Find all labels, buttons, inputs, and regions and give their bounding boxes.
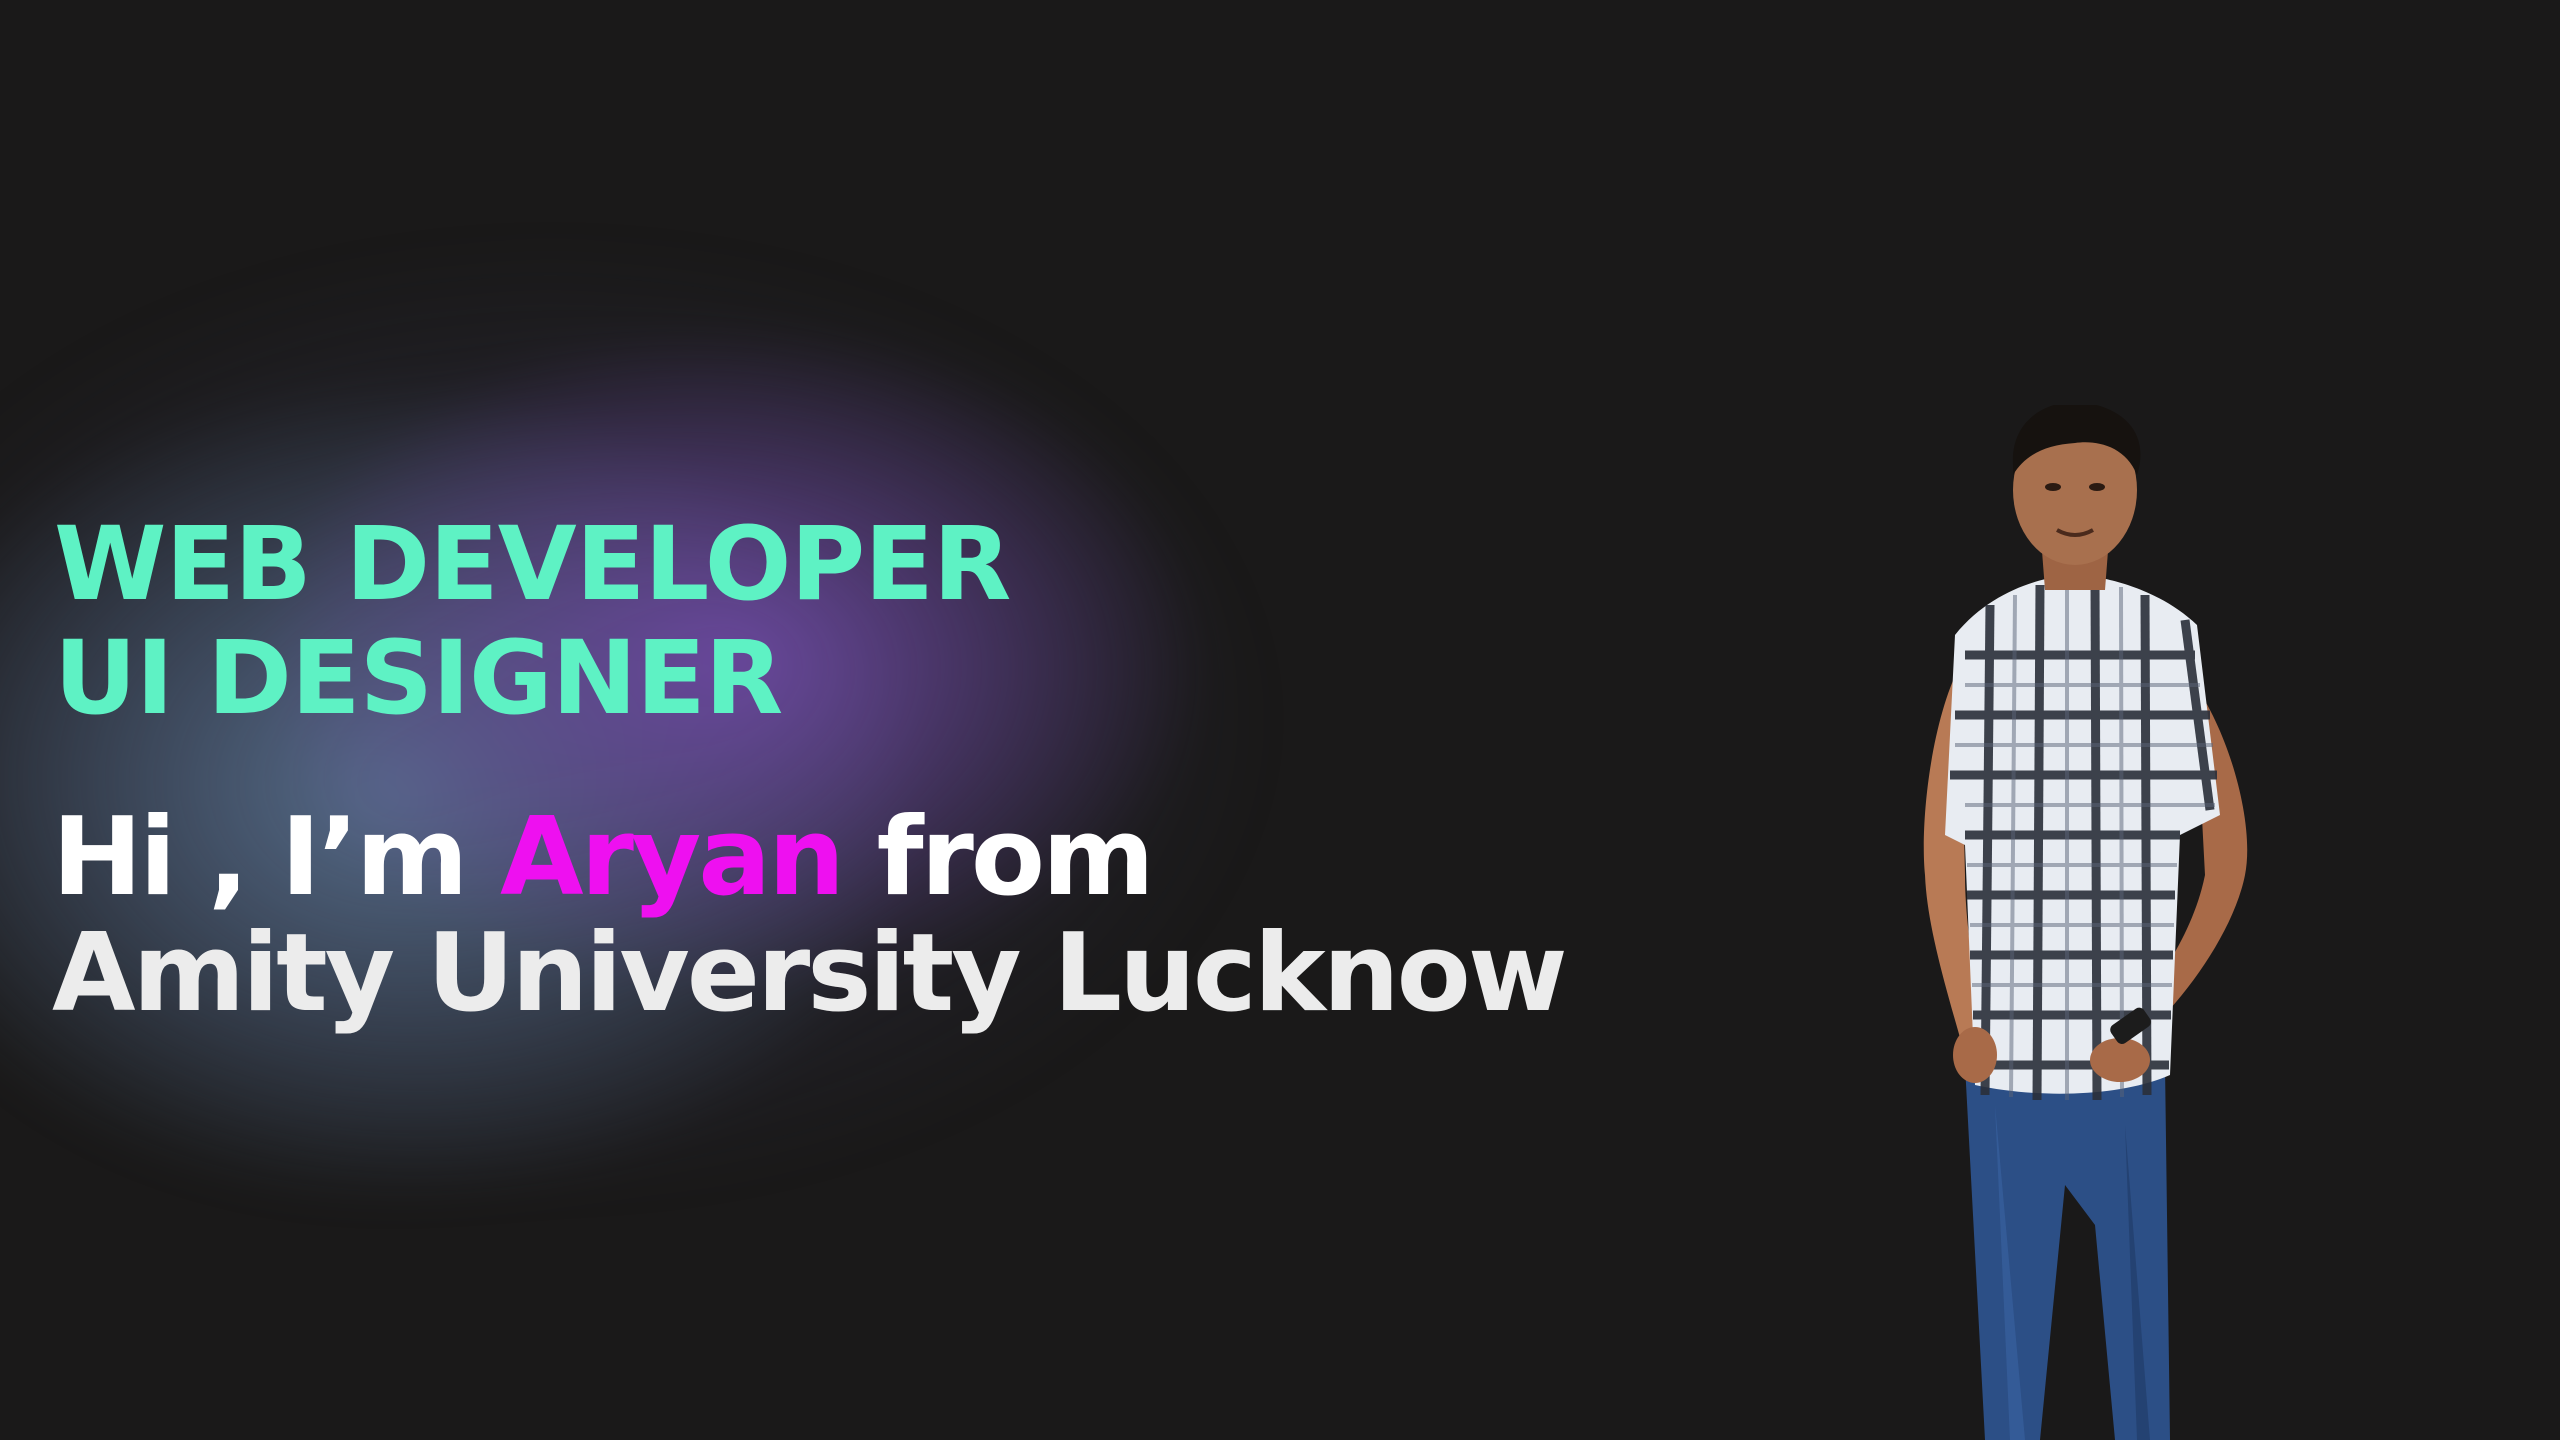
role-web-developer: WEB DEVELOPER (54, 505, 1011, 624)
greeting-suffix: from (876, 795, 1155, 920)
role-headings: WEB DEVELOPER UI DESIGNER (54, 505, 1011, 738)
intro-heading: Hi , I’m Aryan from Amity University Luc… (52, 800, 1568, 1036)
person-portrait-image (1923, 405, 2248, 1440)
institution-text: Amity University Lucknow (52, 911, 1568, 1036)
role-ui-designer: UI DESIGNER (54, 619, 783, 738)
greeting-prefix: Hi , I’m (52, 795, 468, 920)
name-highlight: Aryan (500, 795, 845, 920)
hero-section: WEB DEVELOPER UI DESIGNER Hi , I’m Aryan… (0, 0, 2560, 1440)
intro-line-1: Hi , I’m Aryan from (52, 800, 1565, 916)
